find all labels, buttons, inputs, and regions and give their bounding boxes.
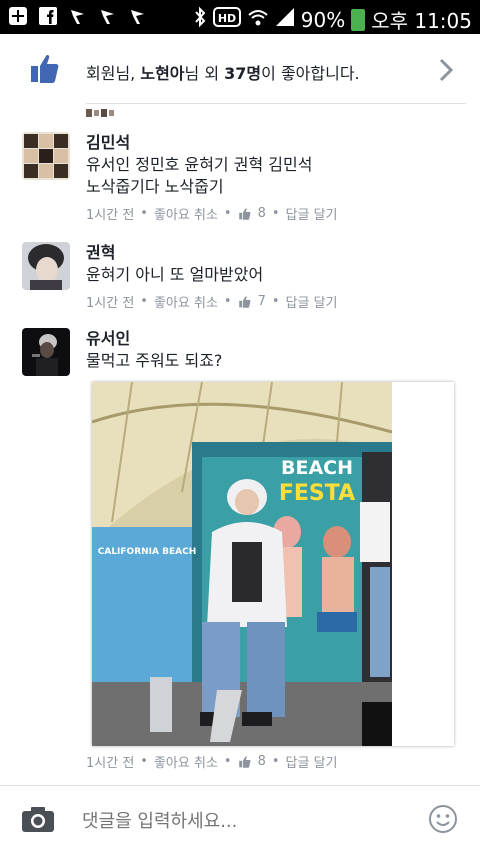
- separator-dot: •: [140, 206, 148, 221]
- unlike-button[interactable]: 좋아요 취소: [154, 752, 218, 771]
- separator-dot: •: [140, 754, 148, 769]
- thumbs-up-icon: [238, 295, 252, 309]
- likes-summary-text: 회원님, 노현아님 외 37명이 좋아합니다.: [86, 60, 360, 84]
- separator-dot: •: [271, 206, 280, 221]
- wifi-icon: [247, 6, 269, 33]
- status-bar: HD 90% 오후 11:05: [0, 0, 480, 34]
- comment-meta: 1시간 전 • 좋아요 취소 • 8 • 답글 달기: [86, 204, 456, 223]
- separator-dot: •: [271, 294, 280, 309]
- battery-percent: 90%: [300, 7, 346, 32]
- like-count[interactable]: 7: [258, 294, 266, 309]
- likes-summary[interactable]: 회원님, 노현아님 외 37명이 좋아합니다.: [0, 34, 480, 104]
- comment-text: 유서인 정민호 윤혀기 권혁 김민석 노삭줍기다 노삭줍기: [86, 155, 313, 196]
- battery-icon: [351, 8, 366, 31]
- camera-icon[interactable]: [20, 804, 56, 834]
- separator-dot: •: [271, 754, 280, 769]
- likes-count[interactable]: 37명: [224, 64, 261, 83]
- commenter-name[interactable]: 김민석: [86, 132, 456, 154]
- liker-name[interactable]: 노현아: [140, 64, 184, 83]
- separator-dot: •: [223, 754, 232, 769]
- separator-dot: •: [140, 294, 148, 309]
- divider: [86, 103, 466, 104]
- comment-composer: [0, 785, 480, 854]
- unlike-button[interactable]: 좋아요 취소: [154, 292, 218, 311]
- comment-photo[interactable]: BEACH FESTA CALIFORNIA BEACH: [92, 382, 454, 746]
- comment-text: 물먹고 주워도 되죠?: [86, 351, 223, 370]
- separator-dot: •: [223, 294, 232, 309]
- likes-mid: 님 외: [184, 64, 225, 83]
- thumbs-up-icon: [30, 52, 60, 86]
- comment-meta: 1시간 전 • 좋아요 취소 • 8 • 답글 달기: [86, 752, 456, 771]
- unlike-button[interactable]: 좋아요 취소: [154, 204, 218, 223]
- like-count[interactable]: 8: [258, 754, 266, 769]
- reply-button[interactable]: 답글 달기: [286, 292, 338, 311]
- comment-text: 윤혀기 아니 또 얼마받았어: [86, 265, 264, 284]
- separator-dot: •: [223, 206, 232, 221]
- smiley-icon[interactable]: [428, 804, 458, 834]
- comment-time: 1시간 전: [86, 296, 135, 311]
- comment-meta: 1시간 전 • 좋아요 취소 • 7 • 답글 달기: [86, 292, 456, 311]
- plus-box-icon: [8, 6, 28, 26]
- bluetooth-icon: [193, 6, 207, 33]
- flag-icon: [128, 6, 148, 26]
- comment-time: 1시간 전: [86, 208, 135, 223]
- chevron-right-icon[interactable]: [436, 56, 456, 84]
- flag-icon: [98, 6, 118, 26]
- avatar[interactable]: [22, 242, 70, 290]
- flag-icon: [68, 6, 88, 26]
- facebook-icon: [38, 6, 58, 26]
- likes-prefix: 회원님,: [86, 64, 141, 83]
- reply-button[interactable]: 답글 달기: [286, 204, 338, 223]
- commenter-name[interactable]: 권혁: [86, 242, 456, 264]
- avatar[interactable]: [22, 132, 70, 180]
- clock: 오후 11:05: [371, 9, 472, 33]
- sign-text-beach: BEACH: [281, 457, 353, 479]
- sign-text-california: CALIFORNIA BEACH: [98, 547, 196, 557]
- thumbs-up-icon: [238, 207, 252, 221]
- thumbs-up-icon: [238, 755, 252, 769]
- comment-input[interactable]: [80, 804, 404, 838]
- hd-icon: HD: [212, 6, 241, 33]
- reply-button[interactable]: 답글 달기: [286, 752, 338, 771]
- likes-suffix: 이 좋아합니다.: [261, 64, 360, 83]
- svg-text:HD: HD: [218, 12, 236, 25]
- sign-text-festa: FESTA: [279, 481, 355, 506]
- avatar[interactable]: [22, 328, 70, 376]
- comment-time: 1시간 전: [86, 756, 135, 771]
- commenter-name[interactable]: 유서인: [86, 328, 456, 350]
- signal-icon: [275, 6, 295, 33]
- like-count[interactable]: 8: [258, 206, 266, 221]
